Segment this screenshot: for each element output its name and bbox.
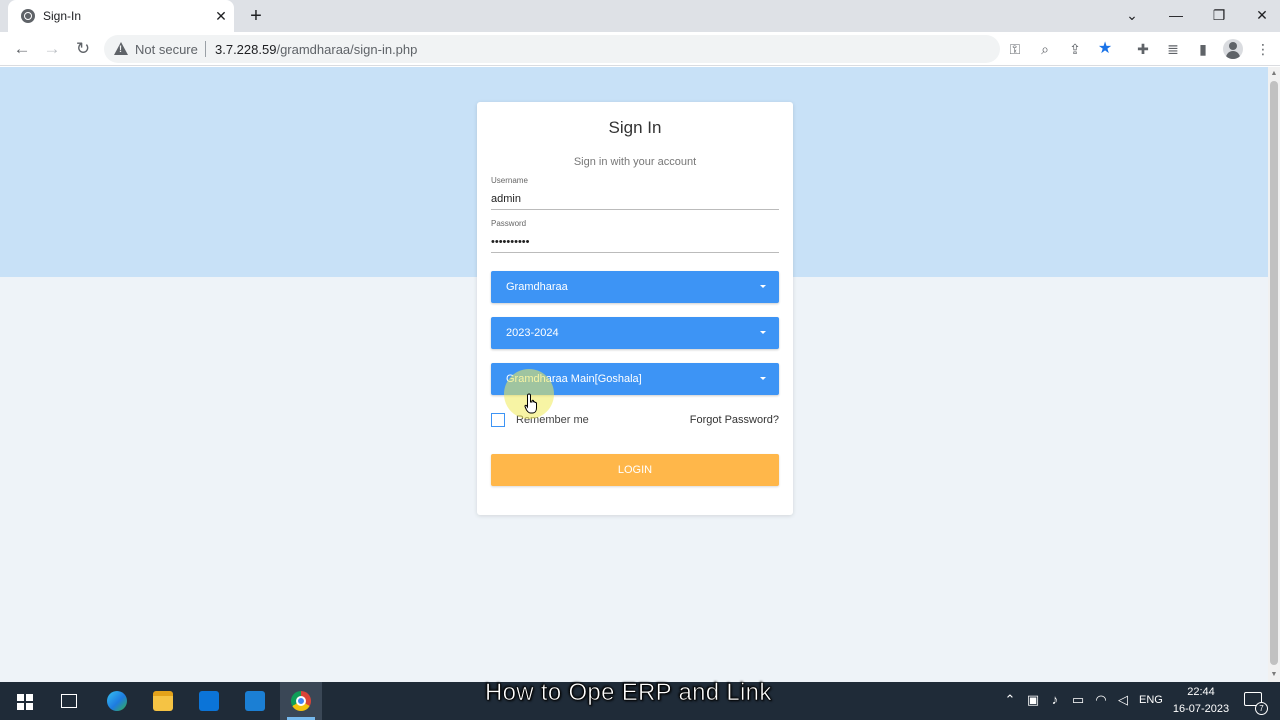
scroll-up-icon[interactable]: ▲	[1270, 70, 1278, 78]
file-explorer-icon[interactable]	[153, 691, 173, 711]
login-button[interactable]: LOGIN	[491, 454, 779, 486]
language-indicator[interactable]: ENG	[1139, 694, 1163, 706]
minimize-button[interactable]: —	[1164, 4, 1188, 26]
new-tab-button[interactable]: +	[245, 5, 267, 27]
mail-icon[interactable]	[245, 691, 265, 711]
clock-time[interactable]: 22:44	[1172, 686, 1230, 698]
page-title: Sign In	[608, 118, 662, 137]
clock-date[interactable]: 16-07-2023	[1172, 703, 1230, 715]
remember-me-checkbox[interactable]	[491, 413, 505, 427]
forgot-password-link[interactable]: Forgot Password?	[690, 414, 779, 426]
security-status[interactable]: Not secure	[135, 42, 198, 57]
browser-tab-strip: Sign-In ✕ + ⌄ — ❐ ✕	[0, 0, 1280, 32]
caret-down-icon	[760, 285, 766, 288]
scroll-thumb[interactable]	[1270, 81, 1278, 665]
address-bar[interactable]: Not secure 3.7.228.59/gramdharaa/sign-in…	[104, 35, 1000, 63]
url-path: /gramdharaa/sign-in.php	[276, 42, 418, 57]
zoom-icon[interactable]: ⌕	[1034, 38, 1056, 60]
scroll-down-icon[interactable]: ▼	[1270, 671, 1278, 679]
year-select-value: 2023-2024	[506, 327, 559, 339]
share-icon[interactable]: ⇪	[1064, 38, 1086, 60]
company-select-value: Gramdharaa	[506, 281, 568, 293]
caret-down-icon	[760, 331, 766, 334]
financial-year-select[interactable]: 2023-2024	[491, 317, 779, 349]
password-label: Password	[491, 219, 527, 228]
forward-arrow-icon[interactable]: →	[41, 38, 63, 60]
hand-cursor-icon	[524, 393, 537, 414]
key-icon[interactable]: ⚿	[1004, 38, 1026, 60]
restore-button[interactable]: ❐	[1207, 4, 1231, 26]
window-close-button[interactable]: ✕	[1250, 4, 1274, 26]
company-select[interactable]: Gramdharaa	[491, 271, 779, 303]
bookmark-star-icon[interactable]: ★	[1094, 38, 1116, 60]
reload-icon[interactable]: ↻	[72, 38, 94, 60]
url-text[interactable]: 3.7.228.59/gramdharaa/sign-in.php	[215, 42, 417, 57]
chrome-icon[interactable]	[291, 691, 311, 711]
speaker-icon[interactable]: ◁	[1114, 692, 1132, 708]
address-divider	[205, 41, 206, 57]
caret-down-icon	[760, 377, 766, 380]
edge-browser-icon[interactable]	[107, 691, 127, 711]
globe-icon	[21, 9, 35, 23]
task-view-icon[interactable]	[61, 694, 77, 708]
browser-toolbar: ← → ↻ Not secure 3.7.228.59/gramdharaa/s…	[0, 32, 1280, 66]
more-menu-icon[interactable]: ⋮	[1252, 38, 1274, 60]
store-icon[interactable]	[199, 691, 219, 711]
tab-close-button[interactable]: ✕	[213, 8, 229, 24]
username-field[interactable]	[491, 188, 779, 210]
page-viewport: Sign In Sign in with your account Userna…	[0, 67, 1280, 682]
tab-title: Sign-In	[43, 9, 82, 23]
url-host: 3.7.228.59	[215, 42, 277, 57]
start-windows-icon[interactable]	[17, 694, 33, 710]
warning-icon[interactable]	[114, 42, 128, 55]
password-field[interactable]	[491, 231, 779, 253]
sign-in-card: Sign In Sign in with your account Userna…	[477, 102, 793, 515]
reading-list-icon[interactable]: ≣	[1162, 38, 1184, 60]
extensions-puzzle-icon[interactable]: ✚	[1132, 38, 1154, 60]
page-scrollbar[interactable]: ▲ ▼	[1268, 67, 1280, 682]
chevron-up-icon[interactable]: ⌃	[1001, 692, 1019, 708]
page-subtitle: Sign in with your account	[573, 156, 697, 168]
meet-now-icon[interactable]: ▣	[1024, 692, 1042, 708]
username-label: Username	[491, 176, 528, 185]
microphone-icon[interactable]: ♪	[1046, 692, 1064, 707]
video-caption: How to Ope ERP and Link	[485, 679, 772, 707]
notification-count-badge: 7	[1255, 702, 1268, 715]
profile-avatar[interactable]	[1223, 39, 1243, 59]
tab-search-chevron-icon[interactable]: ⌄	[1120, 4, 1144, 26]
side-panel-icon[interactable]: ▮	[1192, 38, 1214, 60]
battery-icon[interactable]: ▭	[1069, 692, 1087, 708]
back-arrow-icon[interactable]: ←	[11, 38, 33, 60]
wifi-icon[interactable]: ◠	[1092, 692, 1110, 708]
tab-sign-in[interactable]: Sign-In ✕	[8, 0, 234, 32]
